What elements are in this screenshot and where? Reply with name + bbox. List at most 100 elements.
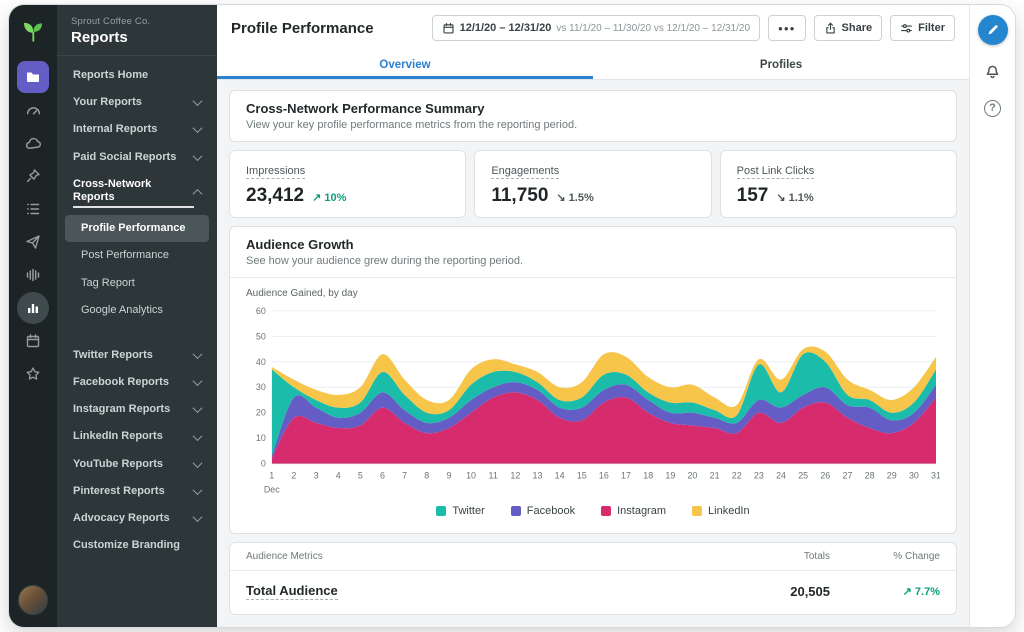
svg-text:18: 18: [643, 470, 653, 480]
sidebar-title: Reports: [71, 29, 203, 46]
calendar-icon[interactable]: [17, 325, 49, 357]
metric-value: 11,750: [491, 185, 548, 207]
svg-text:7: 7: [402, 470, 407, 480]
sidebar-item-linkedin-reports[interactable]: LinkedIn Reports: [65, 423, 209, 450]
compose-button[interactable]: [978, 15, 1008, 45]
sidebar-item-profile-performance[interactable]: Profile Performance: [65, 215, 209, 242]
bell-icon: [984, 62, 1001, 79]
notifications-button[interactable]: [980, 57, 1006, 83]
filter-icon: [900, 22, 913, 35]
sidebar-item-your-reports[interactable]: Your Reports: [65, 89, 209, 116]
legend-item-facebook[interactable]: Facebook: [511, 505, 575, 517]
listening-waves-icon[interactable]: [17, 259, 49, 291]
tab-overview[interactable]: Overview: [217, 51, 593, 79]
right-rail: ?: [969, 5, 1015, 627]
legend-item-linkedin[interactable]: LinkedIn: [692, 505, 750, 517]
legend-label: Instagram: [617, 505, 666, 517]
star-icon[interactable]: [17, 358, 49, 390]
sidebar-item-instagram-reports[interactable]: Instagram Reports: [65, 396, 209, 423]
sprout-logo-icon[interactable]: [17, 15, 49, 47]
chart-title: Audience Gained, by day: [246, 288, 940, 299]
legend-label: LinkedIn: [708, 505, 750, 517]
svg-text:27: 27: [843, 470, 853, 480]
table-header-change[interactable]: % Change: [830, 551, 940, 562]
sidebar-item-label: Pinterest Reports: [73, 485, 165, 498]
sidebar-item-google-analytics[interactable]: Google Analytics: [65, 297, 209, 324]
svg-text:10: 10: [466, 470, 476, 480]
metric-label[interactable]: Impressions: [246, 165, 305, 179]
sidebar-item-label: Post Performance: [81, 249, 169, 262]
table-row-label[interactable]: Total Audience: [246, 583, 338, 600]
report-content: Cross-Network Performance Summary View y…: [217, 80, 969, 627]
date-range-comparison: vs 11/1/20 – 11/30/20 vs 12/1/20 – 12/31…: [556, 23, 750, 34]
sidebar-item-post-performance[interactable]: Post Performance: [65, 242, 209, 269]
svg-text:22: 22: [732, 470, 742, 480]
sidebar-item-advocacy-reports[interactable]: Advocacy Reports: [65, 505, 209, 532]
analytics-chart-icon[interactable]: [17, 292, 49, 324]
pin-icon[interactable]: [17, 160, 49, 192]
chevron-down-icon: [193, 151, 203, 161]
filter-button[interactable]: Filter: [890, 15, 955, 41]
date-range-button[interactable]: 12/1/20 – 12/31/20 vs 11/1/20 – 11/30/20…: [432, 15, 760, 41]
sidebar-item-pinterest-reports[interactable]: Pinterest Reports: [65, 478, 209, 505]
chevron-down-icon: [193, 124, 203, 134]
inbox-cloud-icon[interactable]: [17, 127, 49, 159]
tab-profiles[interactable]: Profiles: [593, 51, 969, 79]
metric-label[interactable]: Engagements: [491, 165, 559, 179]
svg-text:3: 3: [314, 470, 319, 480]
sidebar-item-label: Instagram Reports: [73, 403, 170, 416]
metric-value: 23,412: [246, 185, 304, 207]
queue-list-icon[interactable]: [17, 193, 49, 225]
metric-value: 157: [737, 185, 769, 207]
metric-label[interactable]: Post Link Clicks: [737, 165, 815, 179]
svg-text:Dec: Dec: [264, 484, 280, 494]
sidebar-item-youtube-reports[interactable]: YouTube Reports: [65, 451, 209, 478]
svg-text:21: 21: [710, 470, 720, 480]
sidebar-item-label: Reports Home: [73, 69, 148, 82]
ellipsis-icon: ●●●: [778, 24, 796, 33]
table-header-metrics: Audience Metrics: [246, 551, 680, 562]
metric-change: ↗ 10%: [312, 191, 346, 204]
sidebar-item-reports-home[interactable]: Reports Home: [65, 62, 209, 89]
sidebar-item-paid-social-reports[interactable]: Paid Social Reports: [65, 144, 209, 171]
audience-growth-card: Audience Growth See how your audience gr…: [229, 226, 957, 534]
publish-plane-icon[interactable]: [17, 226, 49, 258]
growth-subtitle: See how your audience grew during the re…: [246, 255, 940, 267]
sidebar-header: Sprout Coffee Co. Reports: [57, 5, 217, 56]
sidebar-item-internal-reports[interactable]: Internal Reports: [65, 116, 209, 143]
share-button[interactable]: Share: [814, 15, 883, 41]
sidebar-item-label: Profile Performance: [81, 222, 186, 235]
metrics-row: Impressions23,412↗ 10%Engagements11,750↘…: [229, 150, 957, 218]
svg-text:16: 16: [599, 470, 609, 480]
metric-card-impressions: Impressions 23,412 ↗ 10%: [229, 150, 466, 218]
legend-label: Twitter: [452, 505, 484, 517]
date-range-primary: 12/1/20 – 12/31/20: [460, 22, 552, 34]
audience-metrics-card: Audience Metrics Totals % Change Total A…: [229, 542, 957, 615]
sidebar-item-label: Your Reports: [73, 96, 142, 109]
user-avatar[interactable]: [18, 585, 48, 615]
svg-text:29: 29: [887, 470, 897, 480]
sidebar-item-label: Tag Report: [81, 277, 135, 290]
summary-title: Cross-Network Performance Summary: [246, 101, 940, 116]
table-header-totals[interactable]: Totals: [680, 551, 830, 562]
sidebar-item-tag-report[interactable]: Tag Report: [65, 270, 209, 297]
more-options-button[interactable]: ●●●: [768, 15, 806, 41]
help-button[interactable]: ?: [980, 95, 1006, 121]
legend-item-instagram[interactable]: Instagram: [601, 505, 666, 517]
sidebar-nav: Reports Home Your Reports Internal Reports…: [57, 56, 217, 627]
dashboard-gauge-icon[interactable]: [17, 94, 49, 126]
icon-rail-items: [17, 15, 49, 391]
sidebar-item-twitter-reports[interactable]: Twitter Reports: [65, 342, 209, 369]
sidebar-item-customize-branding[interactable]: Customize Branding: [65, 532, 209, 559]
sidebar-item-facebook-reports[interactable]: Facebook Reports: [65, 369, 209, 396]
legend-item-twitter[interactable]: Twitter: [436, 505, 484, 517]
question-mark-icon: ?: [984, 100, 1001, 117]
reports-folder-icon[interactable]: [17, 61, 49, 93]
chevron-down-icon: [193, 376, 203, 386]
svg-text:5: 5: [358, 470, 363, 480]
sidebar-item-cross-network-reports[interactable]: Cross-Network Reports: [65, 171, 209, 215]
chevron-down-icon: [193, 403, 203, 413]
svg-text:14: 14: [555, 470, 565, 480]
table-body: Total Audience20,505↗ 7.7%: [230, 571, 956, 614]
stacked-area-chart[interactable]: 0102030405060123456789101112131415161718…: [246, 303, 940, 501]
